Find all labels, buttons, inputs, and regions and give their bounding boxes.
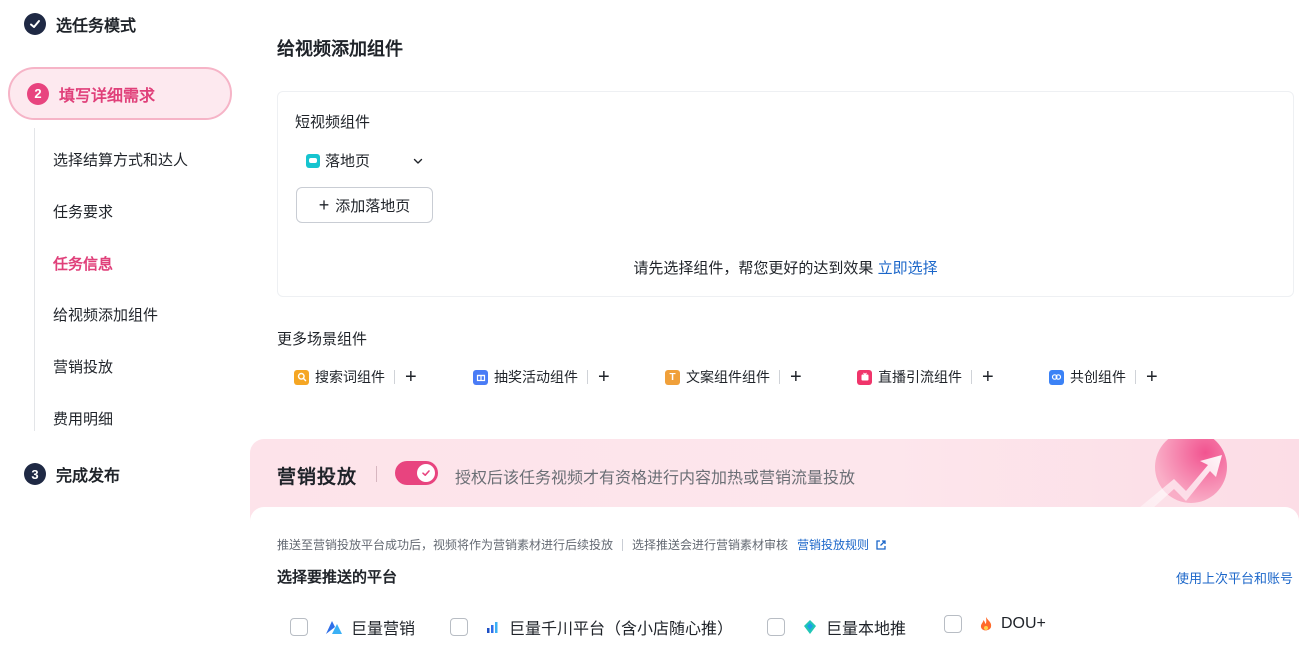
substep-settlement[interactable]: 选择结算方式和达人 <box>53 149 188 170</box>
divider <box>779 370 780 384</box>
add-landing-page-button[interactable]: + 添加落地页 <box>296 187 433 223</box>
platform-label: DOU+ <box>1001 615 1046 632</box>
scene-co-create: 共创组件 + <box>1049 367 1158 387</box>
platform-label: 巨量千川平台（含小店随心推） <box>509 621 734 638</box>
step-fill-requirements[interactable]: 2 填写详细需求 <box>8 67 232 120</box>
notice-text: 选择推送会进行营销素材审核 <box>632 538 789 552</box>
component-type-select[interactable]: 落地页 <box>306 150 424 171</box>
qianchuan-icon <box>485 620 501 634</box>
step-publish[interactable]: 3 完成发布 <box>24 462 120 486</box>
landing-page-icon <box>306 153 320 168</box>
substep-marketing[interactable]: 营销投放 <box>53 356 113 377</box>
add-scene-button[interactable]: + <box>405 367 417 387</box>
external-link-icon <box>876 539 886 550</box>
platform-option-dou[interactable]: DOU+ <box>944 615 1046 633</box>
scene-label: 搜索词组件 <box>315 369 385 385</box>
divider <box>587 370 588 384</box>
scene-label: 直播引流组件 <box>878 369 962 385</box>
choose-platform-title: 选择要推送的平台 <box>277 569 398 586</box>
marketing-title: 营销投放 <box>277 467 358 488</box>
component-hint: 请先选择组件，帮您更好的达到效果 立即选择 <box>277 257 1294 278</box>
juliang-icon <box>325 619 343 635</box>
chevron-down-icon <box>413 158 423 164</box>
checkbox[interactable] <box>944 615 962 633</box>
add-scene-button[interactable]: + <box>790 367 802 387</box>
scene-label: 文案组件组件 <box>686 369 770 385</box>
search-icon <box>294 369 309 385</box>
scene-copywriting: T 文案组件组件 + <box>665 367 802 387</box>
platform-option-juliang[interactable]: 巨量营销 <box>290 615 415 639</box>
checkbox[interactable] <box>450 618 468 636</box>
add-scene-button[interactable]: + <box>598 367 610 387</box>
title-divider <box>376 466 377 482</box>
divider <box>394 370 395 384</box>
divider <box>1135 370 1136 384</box>
substep-divider <box>34 128 35 431</box>
use-last-platform-link[interactable]: 使用上次平台和账号 <box>1176 568 1293 587</box>
checkbox[interactable] <box>767 618 785 636</box>
divider <box>971 370 972 384</box>
substep-task-info[interactable]: 任务信息 <box>53 253 113 274</box>
step-number: 2 <box>27 82 49 105</box>
sidebar: 选任务模式 2 填写详细需求 选择结算方式和达人 任务要求 任务信息 给视频添加… <box>0 0 250 666</box>
substep-cost-details[interactable]: 费用明细 <box>53 408 113 429</box>
step-number: 3 <box>24 463 46 485</box>
platform-option-qianchuan[interactable]: 巨量千川平台（含小店随心推） <box>450 615 733 639</box>
scene-search-words: 搜索词组件 + <box>294 367 417 387</box>
link-label: 营销投放规则 <box>797 538 870 552</box>
substep-task-requirements[interactable]: 任务要求 <box>53 201 113 222</box>
add-scene-button[interactable]: + <box>1146 367 1158 387</box>
step-label: 选任务模式 <box>56 18 137 35</box>
divider <box>622 538 624 551</box>
scene-label: 抽奖活动组件 <box>494 369 578 385</box>
platform-label: 巨量营销 <box>351 621 416 638</box>
plus-icon: + <box>318 195 330 215</box>
hint-text: 请先选择组件，帮您更好的达到效果 <box>633 260 874 277</box>
bendi-icon <box>802 619 818 635</box>
scene-label: 共创组件 <box>1070 369 1126 385</box>
platform-option-bendi[interactable]: 巨量本地推 <box>767 615 906 639</box>
platform-label: 巨量本地推 <box>826 621 907 638</box>
marketing-body <box>250 507 1299 666</box>
substep-add-components[interactable]: 给视频添加组件 <box>53 304 158 325</box>
scene-live-traffic: 直播引流组件 + <box>857 367 994 387</box>
marketing-description: 授权后该任务视频才有资格进行内容加热或营销流量投放 <box>455 470 856 487</box>
marketing-rules-link[interactable]: 营销投放规则 <box>797 536 887 553</box>
co-create-icon <box>1049 369 1064 385</box>
toggle-check-icon <box>417 464 435 482</box>
short-video-label: 短视频组件 <box>295 114 371 131</box>
select-value: 落地页 <box>325 153 371 170</box>
add-scene-button[interactable]: + <box>982 367 994 387</box>
select-now-link[interactable]: 立即选择 <box>878 260 938 277</box>
checkbox[interactable] <box>290 618 308 636</box>
more-scenes-label: 更多场景组件 <box>277 331 368 348</box>
marketing-notice: 推送至营销投放平台成功后，视频将作为营销素材进行后续投放 选择推送会进行营销素材… <box>277 536 887 553</box>
scene-lottery: 抽奖活动组件 + <box>473 367 610 387</box>
button-label: 添加落地页 <box>335 197 411 215</box>
marketing-toggle[interactable] <box>395 461 438 485</box>
check-icon <box>24 13 46 35</box>
text-icon: T <box>665 369 680 385</box>
step-select-mode[interactable]: 选任务模式 <box>24 12 136 36</box>
live-icon <box>857 369 872 385</box>
step-label: 填写详细需求 <box>59 87 156 105</box>
section-title-components: 给视频添加组件 <box>277 39 403 59</box>
step-label: 完成发布 <box>56 468 121 485</box>
notice-text: 推送至营销投放平台成功后，视频将作为营销素材进行后续投放 <box>277 538 614 552</box>
gift-icon <box>473 369 488 385</box>
dou-flame-icon <box>979 616 993 633</box>
